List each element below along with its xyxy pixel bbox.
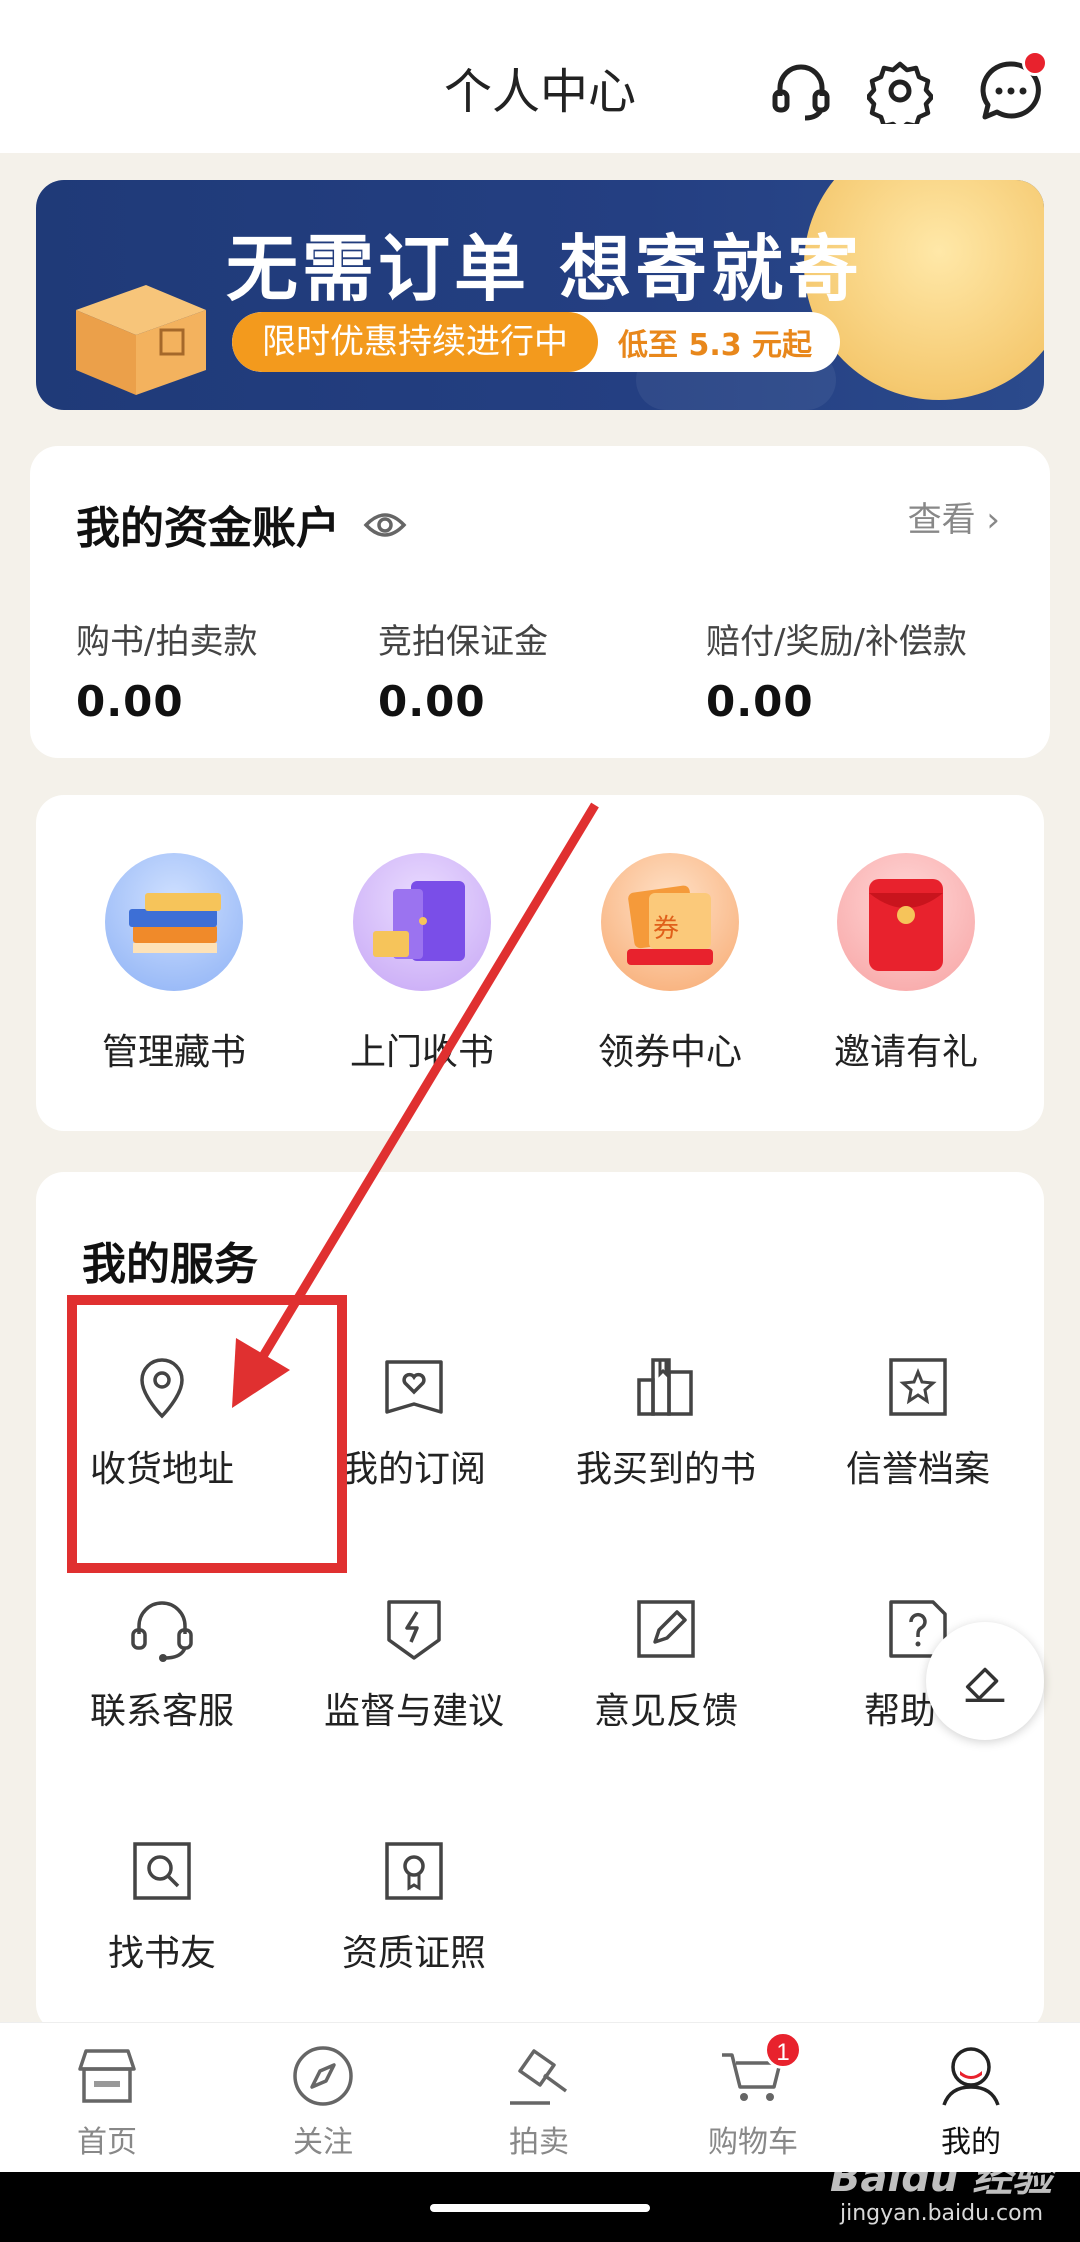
service-purchased-books[interactable]: 我买到的书 (546, 1352, 786, 1492)
profile-icon (936, 2041, 1006, 2111)
tab-auction[interactable]: 拍卖 (464, 2041, 614, 2161)
tab-label: 关注 (293, 2125, 353, 2160)
my-services-card: 我的服务 收货地址 我的订阅 我买到的书 信誉档案 联系客服 监督与建议 意见反… (36, 1172, 1044, 2032)
funds-item-label: 赔付/奖励/补偿款 (706, 622, 967, 662)
funds-account-card: 我的资金账户 查看 › 购书/拍卖款 0.00 竞拍保证金 0.00 赔付/奖励… (30, 446, 1050, 758)
watermark-brand: Baidu 经验 (830, 2155, 1053, 2201)
funds-item-value: 0.00 (706, 677, 814, 726)
home-icon (72, 2041, 142, 2111)
settings-icon[interactable] (865, 58, 935, 133)
funds-item-compensation[interactable]: 赔付/奖励/补偿款 0.00 (706, 614, 967, 726)
service-label: 意见反馈 (593, 1691, 738, 1732)
eraser-icon (965, 1667, 1005, 1703)
notification-dot (1022, 50, 1048, 76)
tab-label: 拍卖 (509, 2125, 569, 2160)
svg-text:券: 券 (653, 914, 679, 944)
funds-item-value: 0.00 (378, 677, 486, 726)
service-label: 我的订阅 (341, 1449, 486, 1490)
service-find-friends[interactable]: 找书友 (42, 1836, 282, 1976)
quick-label: 邀请有礼 (833, 1032, 978, 1073)
promo-text: 限时优惠持续进行中 (232, 312, 598, 372)
subscription-icon (379, 1352, 449, 1422)
quick-label: 管理藏书 (101, 1032, 246, 1073)
red-envelope-icon (837, 853, 975, 991)
promo-price: 低至 5.3 元起 (618, 328, 813, 363)
services-title: 我的服务 (82, 1239, 258, 1290)
home-gesture-pill[interactable] (430, 2204, 650, 2212)
funds-item-purchase[interactable]: 购书/拍卖款 0.00 (76, 614, 257, 726)
tab-profile[interactable]: 我的 (896, 2041, 1046, 2161)
credit-record-icon (883, 1352, 953, 1422)
parcel-box-icon (76, 285, 206, 395)
top-header: 个人中心 (0, 0, 1080, 153)
compass-icon (288, 2041, 358, 2111)
location-pin-icon (127, 1352, 197, 1422)
banner-promo-pill: 限时优惠持续进行中 低至 5.3 元起 (232, 312, 841, 372)
view-funds-link[interactable]: 查看 › (908, 492, 1000, 541)
funds-item-value: 0.00 (76, 677, 184, 726)
promo-banner[interactable]: 无需订单 想寄就寄 限时优惠持续进行中 低至 5.3 元起 (36, 180, 1044, 410)
service-contact-support[interactable]: 联系客服 (42, 1594, 282, 1734)
service-supervision[interactable]: 监督与建议 (294, 1594, 534, 1734)
certificate-icon (379, 1836, 449, 1906)
coupon-icon: 券 (601, 853, 739, 991)
service-shipping-address[interactable]: 收货地址 (42, 1352, 282, 1492)
quick-label: 上门收书 (349, 1032, 494, 1073)
tab-label: 购物车 (708, 2125, 798, 2160)
cart-badge: 1 (764, 2031, 802, 2069)
headset-icon[interactable] (768, 58, 834, 124)
quick-invite-gift[interactable]: 邀请有礼 (806, 853, 1006, 1075)
cart-icon: 1 (718, 2031, 802, 2111)
auction-hammer-icon (504, 2041, 574, 2111)
service-label: 监督与建议 (323, 1691, 504, 1732)
baidu-watermark: Baidu 经验 jingyan.baidu.com (830, 2145, 1053, 2226)
floating-eraser-button[interactable] (926, 1622, 1044, 1740)
service-feedback[interactable]: 意见反馈 (546, 1594, 786, 1734)
service-label: 资质证照 (341, 1933, 486, 1974)
quick-coupon-center[interactable]: 券 领券中心 (570, 853, 770, 1075)
shield-lightning-icon (379, 1594, 449, 1664)
watermark-url: jingyan.baidu.com (840, 2201, 1044, 2226)
quick-manage-books[interactable]: 管理藏书 (74, 853, 274, 1075)
door-pickup-icon (353, 853, 491, 991)
tab-home[interactable]: 首页 (32, 2041, 182, 2161)
service-label: 我买到的书 (575, 1449, 756, 1490)
tab-cart[interactable]: 1 购物车 (678, 2031, 828, 2161)
tab-follow[interactable]: 关注 (248, 2041, 398, 2161)
service-label: 找书友 (107, 1933, 216, 1974)
eye-icon[interactable] (362, 502, 408, 548)
customer-service-icon (127, 1594, 197, 1664)
funds-title: 我的资金账户 (76, 503, 340, 554)
service-certificates[interactable]: 资质证照 (294, 1836, 534, 1976)
quick-door-pickup[interactable]: 上门收书 (322, 853, 522, 1075)
service-subscription[interactable]: 我的订阅 (294, 1352, 534, 1492)
funds-item-deposit[interactable]: 竞拍保证金 0.00 (378, 614, 548, 726)
quick-label: 领券中心 (597, 1032, 742, 1073)
purchased-books-icon (631, 1352, 701, 1422)
quick-actions-card: 管理藏书 上门收书 券 领券中心 邀请有礼 (36, 795, 1044, 1131)
service-credit-record[interactable]: 信誉档案 (798, 1352, 1038, 1492)
funds-item-label: 竞拍保证金 (378, 622, 548, 662)
message-icon[interactable] (978, 50, 1048, 124)
books-icon (105, 853, 243, 991)
service-label: 收货地址 (89, 1449, 234, 1490)
banner-headline: 无需订单 想寄就寄 (226, 227, 864, 311)
find-friend-icon (127, 1836, 197, 1906)
service-label: 信誉档案 (845, 1449, 990, 1490)
funds-item-label: 购书/拍卖款 (76, 622, 258, 662)
service-label: 联系客服 (89, 1691, 234, 1732)
feedback-edit-icon (631, 1594, 701, 1664)
tab-label: 首页 (77, 2125, 137, 2160)
